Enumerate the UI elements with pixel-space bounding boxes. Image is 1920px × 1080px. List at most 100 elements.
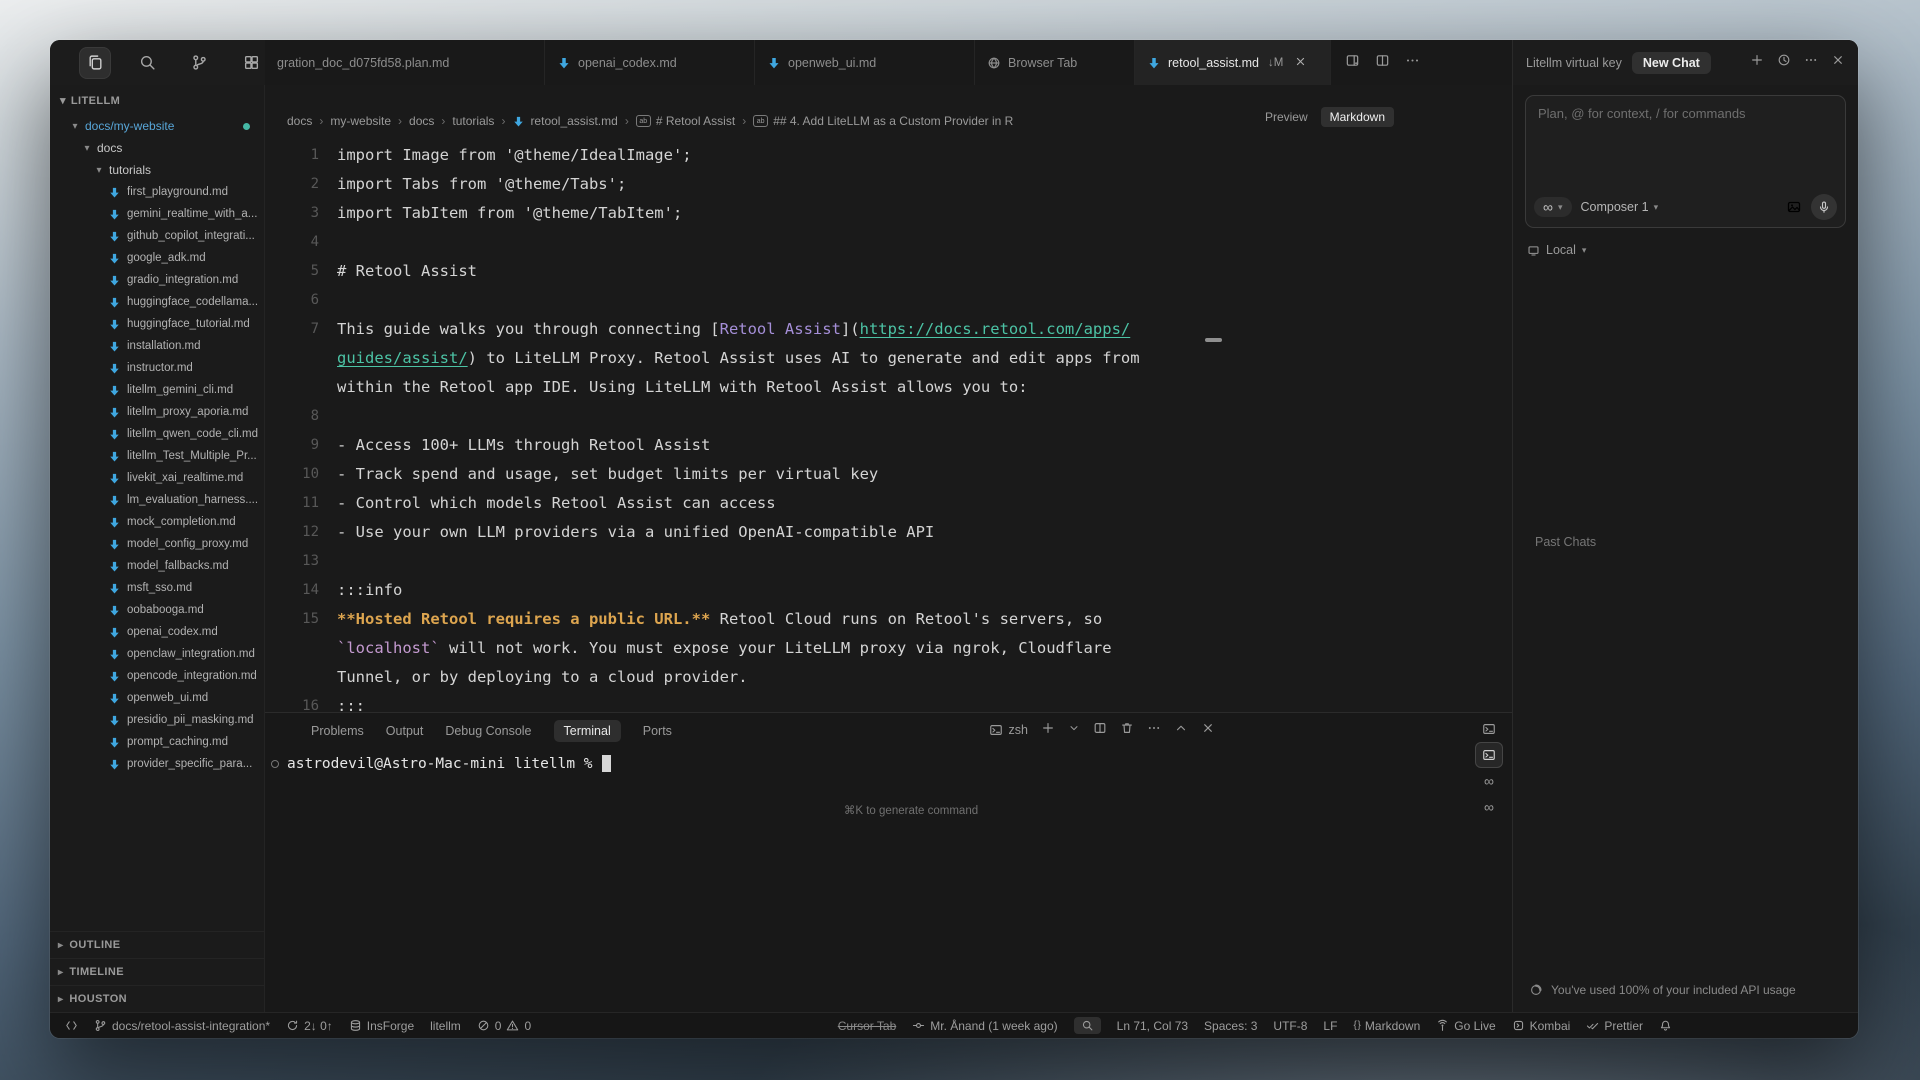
status-cursor-position[interactable]: Ln 71, Col 73 (1117, 1019, 1188, 1033)
layout-button[interactable] (1345, 53, 1360, 73)
activity-search-button[interactable] (132, 48, 162, 78)
sidebar-section-outline[interactable]: ▸OUTLINE (50, 931, 264, 958)
file-huggingface-codellama-[interactable]: huggingface_codellama... (50, 291, 264, 313)
file-litellm-qwen-code-cli-md[interactable]: litellm_qwen_code_cli.md (50, 423, 264, 445)
panel-tab-ports[interactable]: Ports (643, 724, 672, 738)
split-editor-button[interactable] (1375, 53, 1390, 73)
model-picker[interactable]: Composer 1 ▾ (1581, 200, 1659, 214)
markdown-button[interactable]: Markdown (1321, 107, 1394, 127)
attach-image-icon[interactable] (1786, 199, 1802, 215)
file-first-playground-md[interactable]: first_playground.md (50, 181, 264, 203)
file-openweb-ui-md[interactable]: openweb_ui.md (50, 687, 264, 709)
microphone-button[interactable] (1811, 194, 1837, 220)
status-problems[interactable]: 00 (477, 1019, 531, 1033)
status-litellm[interactable]: litellm (430, 1019, 461, 1033)
activity-extensions-button[interactable] (236, 48, 266, 78)
panel-tab-output[interactable]: Output (386, 724, 424, 738)
breadcrumb-item[interactable]: retool_assist.md (512, 114, 617, 128)
file-instructor-md[interactable]: instructor.md (50, 357, 264, 379)
terminal-more-button[interactable] (1147, 721, 1161, 738)
close-tab[interactable] (1294, 55, 1307, 71)
status-indentation[interactable]: Spaces: 3 (1204, 1019, 1257, 1033)
chat-tab-litellm-virtual-key[interactable]: Litellm virtual key (1526, 56, 1622, 70)
folder-docs-my-website[interactable]: ▾docs/my-website (50, 115, 264, 137)
file-mock-completion-md[interactable]: mock_completion.md (50, 511, 264, 533)
past-chats-label[interactable]: Past Chats (1535, 535, 1596, 549)
file-lm-evaluation-harness-[interactable]: lm_evaluation_harness.... (50, 489, 264, 511)
file-opencode-integration-md[interactable]: opencode_integration.md (50, 665, 264, 687)
agent-terminal-item[interactable]: ∞ (1476, 769, 1502, 793)
terminal-chevron-down-button[interactable] (1068, 722, 1080, 737)
plus-button[interactable] (1750, 53, 1764, 72)
scrollbar-mark[interactable] (1205, 338, 1222, 342)
file-msft-sso-md[interactable]: msft_sso.md (50, 577, 264, 599)
status-eol[interactable]: LF (1323, 1019, 1337, 1033)
terminal-chevron-up-button[interactable] (1174, 721, 1188, 738)
code-area[interactable]: 1import Image from '@theme/IdealImage';2… (265, 141, 1512, 712)
panel-tab-debug-console[interactable]: Debug Console (445, 724, 531, 738)
panel-tab-problems[interactable]: Problems (311, 724, 364, 738)
breadcrumb-item[interactable]: docs (287, 114, 312, 128)
breadcrumb[interactable]: docs›my-website›docs›tutorials›retool_as… (287, 111, 1013, 131)
breadcrumb-item[interactable]: ab# Retool Assist (636, 114, 735, 128)
sidebar-section-timeline[interactable]: ▸TIMELINE (50, 958, 264, 985)
editor-tab-openweb-ui-md[interactable]: openweb_ui.md (755, 40, 975, 85)
file-gemini-realtime-with-a-[interactable]: gemini_realtime_with_a... (50, 203, 264, 225)
activity-files-button[interactable] (80, 48, 110, 78)
more-button[interactable] (1804, 53, 1818, 72)
status-git-branch[interactable]: docs/retool-assist-integration* (94, 1019, 270, 1033)
new-chat-tab[interactable]: New Chat (1632, 52, 1711, 74)
status-zoom-indicator[interactable] (1074, 1017, 1101, 1034)
file-litellm-proxy-aporia-md[interactable]: litellm_proxy_aporia.md (50, 401, 264, 423)
file-livekit-xai-realtime-md[interactable]: livekit_xai_realtime.md (50, 467, 264, 489)
file-prompt-caching-md[interactable]: prompt_caching.md (50, 731, 264, 753)
terminal-plus-button[interactable] (1041, 721, 1055, 738)
folder-docs[interactable]: ▾docs (50, 137, 264, 159)
file-huggingface-tutorial-md[interactable]: huggingface_tutorial.md (50, 313, 264, 335)
file-openclaw-integration-md[interactable]: openclaw_integration.md (50, 643, 264, 665)
file-model-fallbacks-md[interactable]: model_fallbacks.md (50, 555, 264, 577)
file-gradio-integration-md[interactable]: gradio_integration.md (50, 269, 264, 291)
terminal-prompt-row[interactable]: astrodevil@Astro-Mac-mini litellm % (271, 755, 611, 772)
file-model-config-proxy-md[interactable]: model_config_proxy.md (50, 533, 264, 555)
file-litellm-test-multiple-pr-[interactable]: litellm_Test_Multiple_Pr... (50, 445, 264, 467)
file-openai-codex-md[interactable]: openai_codex.md (50, 621, 264, 643)
folder-tutorials[interactable]: ▾tutorials (50, 159, 264, 181)
breadcrumb-item[interactable]: my-website (330, 114, 391, 128)
terminal-list-item[interactable] (1476, 743, 1502, 767)
terminal-split-button[interactable] (1093, 721, 1107, 738)
editor-tab-browser-tab[interactable]: Browser Tab (975, 40, 1135, 85)
file-google-adk-md[interactable]: google_adk.md (50, 247, 264, 269)
status-cursor-tab[interactable]: Cursor Tab (838, 1019, 896, 1033)
terminal-trash-button[interactable] (1120, 721, 1134, 738)
editor-tab-retool-assist-md[interactable]: retool_assist.md↓M (1135, 40, 1331, 85)
explorer-section-header[interactable]: ▾ LITELLM (50, 85, 264, 111)
status-notifications[interactable] (1659, 1019, 1672, 1032)
close-button[interactable] (1831, 53, 1845, 72)
status-prettier[interactable]: Prettier (1586, 1019, 1643, 1033)
status-git-sync[interactable]: 2↓ 0↑ (286, 1019, 333, 1033)
breadcrumb-item[interactable]: ab## 4. Add LiteLLM as a Custom Provider… (753, 114, 1013, 128)
agent-mode-picker[interactable]: ∞ ▾ (1534, 197, 1572, 217)
file-installation-md[interactable]: installation.md (50, 335, 264, 357)
history-button[interactable] (1777, 53, 1791, 72)
more-button[interactable] (1405, 53, 1420, 73)
agent-terminal-item[interactable]: ∞ (1476, 795, 1502, 819)
editor-tab-gration-doc-d075fd58-plan-md[interactable]: gration_doc_d075fd58.plan.md (265, 40, 545, 85)
file-oobabooga-md[interactable]: oobabooga.md (50, 599, 264, 621)
file-presidio-pii-masking-md[interactable]: presidio_pii_masking.md (50, 709, 264, 731)
chat-input-box[interactable]: Plan, @ for context, / for commands ∞ ▾ … (1525, 95, 1846, 228)
editor-tab-openai-codex-md[interactable]: openai_codex.md (545, 40, 755, 85)
status-kombai[interactable]: Kombai (1512, 1019, 1571, 1033)
terminal-list-item[interactable] (1476, 717, 1502, 741)
status-go-live[interactable]: Go Live (1436, 1019, 1495, 1033)
file-github-copilot-integrati-[interactable]: github_copilot_integrati... (50, 225, 264, 247)
file-provider-specific-para-[interactable]: provider_specific_para... (50, 753, 264, 775)
breadcrumb-item[interactable]: tutorials (452, 114, 494, 128)
terminal-close-button[interactable] (1201, 721, 1215, 738)
panel-tab-terminal[interactable]: Terminal (554, 720, 621, 742)
breadcrumb-item[interactable]: docs (409, 114, 434, 128)
status-remote-indicator[interactable] (65, 1019, 78, 1032)
activity-source-control-button[interactable] (184, 48, 214, 78)
status-git-blame[interactable]: Mr. Ånand (1 week ago) (912, 1019, 1057, 1033)
